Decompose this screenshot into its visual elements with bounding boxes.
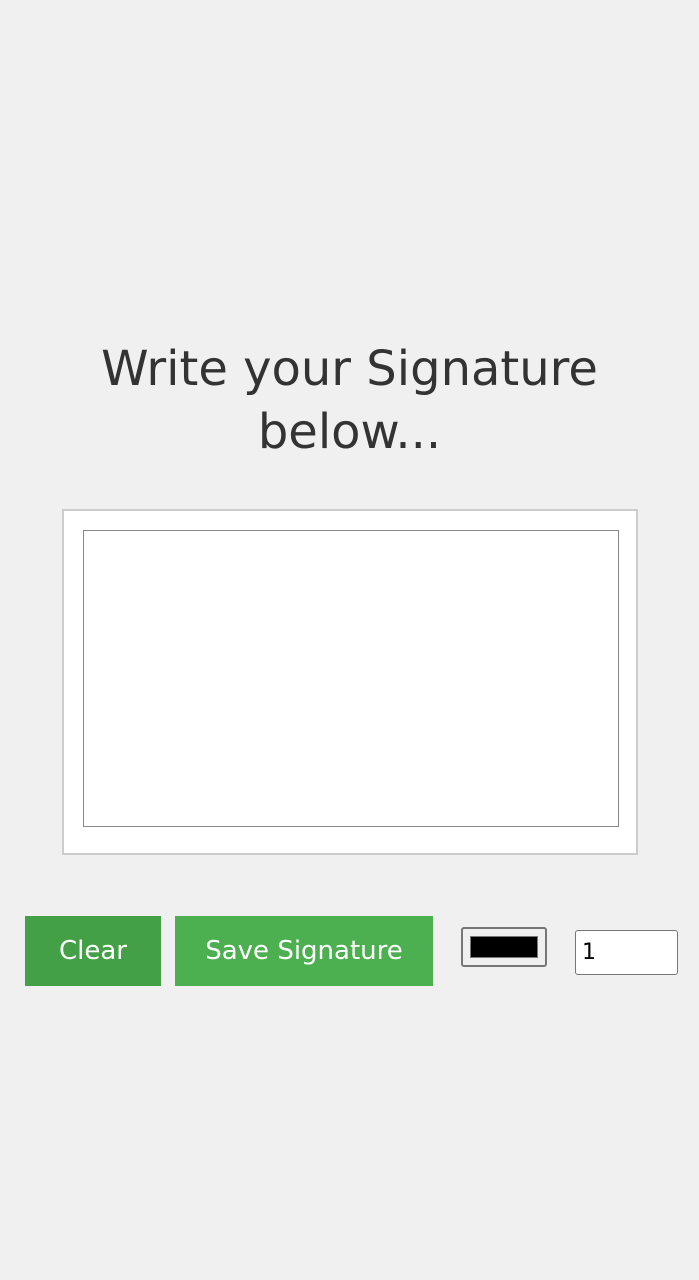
save-signature-button[interactable]: Save Signature — [175, 916, 433, 986]
signature-canvas[interactable] — [83, 530, 619, 827]
clear-button[interactable]: Clear — [25, 916, 161, 986]
page-title-line-2: below... — [257, 404, 442, 460]
page-title: Write your Signature below... — [0, 338, 699, 464]
pen-color-swatch — [470, 936, 538, 958]
pen-color-picker[interactable] — [461, 927, 547, 967]
pen-width-input[interactable] — [575, 930, 678, 975]
page-title-line-1: Write your Signature — [101, 341, 598, 397]
